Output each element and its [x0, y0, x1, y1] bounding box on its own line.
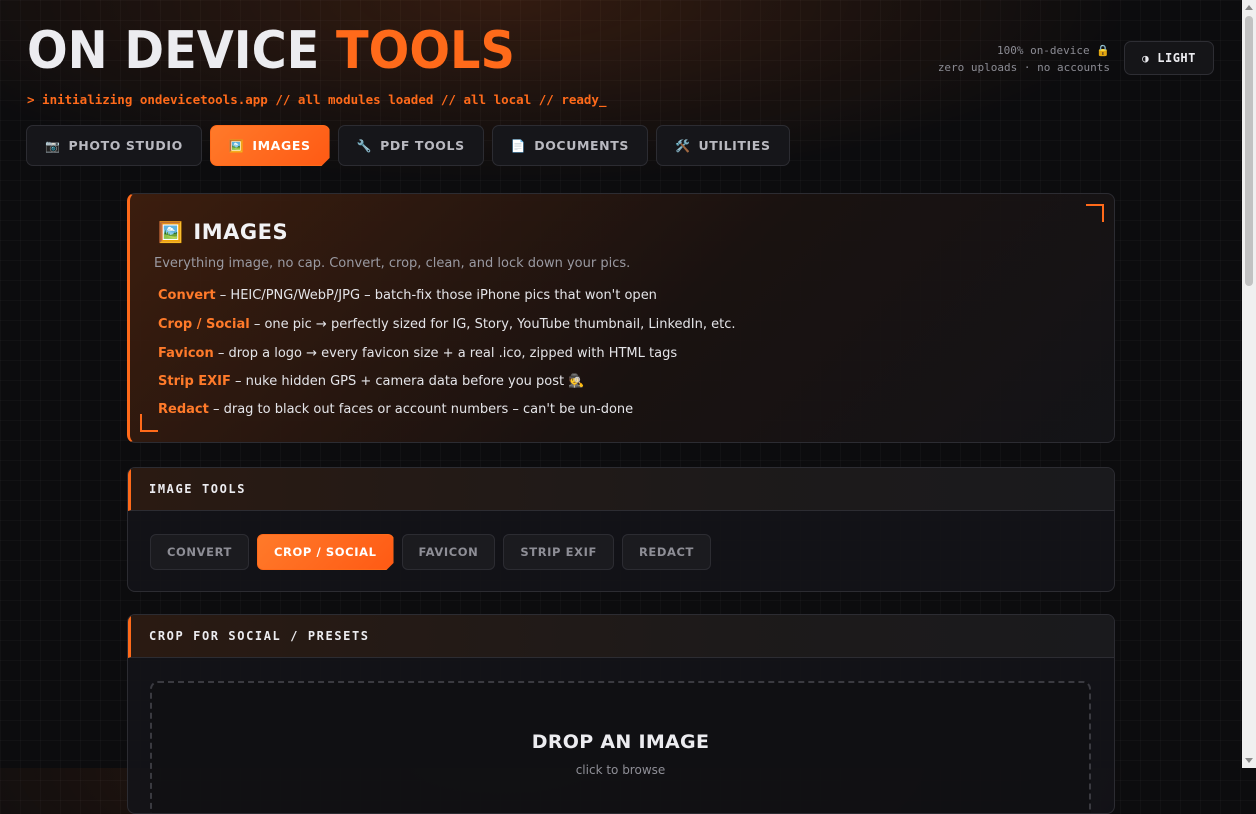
feature-desc: – HEIC/PNG/WebP/JPG – batch-fix those iP… — [215, 288, 657, 303]
privacy-line-no-uploads: zero uploads · no accounts — [937, 61, 1110, 74]
feature-convert: Convert – HEIC/PNG/WebP/JPG – batch-fix … — [158, 288, 657, 303]
feature-desc: – drag to black out faces or account num… — [208, 402, 634, 417]
app-title-part1: ON DEVICE — [27, 21, 337, 81]
subtab-favicon[interactable]: FAVICON — [401, 534, 496, 570]
corner-accent — [1086, 204, 1104, 222]
feature-desc: – nuke hidden GPS + camera data before y… — [230, 374, 585, 389]
tab-images[interactable]: 🖼️ IMAGES — [210, 125, 330, 166]
crop-presets-card: CROP FOR SOCIAL / PRESETS DROP AN IMAGE … — [127, 614, 1115, 814]
contrast-icon: ◑ — [1142, 51, 1150, 65]
feature-crop-social: Crop / Social – one pic → perfectly size… — [158, 317, 735, 332]
feature-name: Strip EXIF — [158, 374, 231, 389]
section-title: 🖼️ IMAGES — [158, 220, 288, 244]
document-icon: 📄 — [510, 138, 527, 153]
feature-strip-exif: Strip EXIF – nuke hidden GPS + camera da… — [158, 374, 584, 389]
subtab-convert[interactable]: CONVERT — [150, 534, 249, 570]
scrollbar-thumb[interactable] — [1245, 16, 1253, 286]
images-intro-card: 🖼️ IMAGES Everything image, no cap. Conv… — [127, 193, 1115, 443]
app-title-part2: TOOLS — [336, 21, 515, 81]
tab-label: DOCUMENTS — [534, 138, 629, 153]
feature-name: Favicon — [158, 346, 214, 361]
picture-icon: 🖼️ — [158, 220, 184, 244]
feature-desc: – drop a logo → every favicon size + a r… — [213, 346, 678, 361]
tab-label: UTILITIES — [698, 138, 771, 153]
dropzone-title: DROP AN IMAGE — [531, 731, 710, 753]
image-tools-card: IMAGE TOOLS CONVERT CROP / SOCIAL FAVICO… — [127, 467, 1115, 592]
feature-favicon: Favicon – drop a logo → every favicon si… — [158, 346, 677, 361]
feature-name: Redact — [158, 402, 209, 417]
section-subtitle: Everything image, no cap. Convert, crop,… — [154, 256, 631, 271]
crop-presets-heading: CROP FOR SOCIAL / PRESETS — [128, 615, 1114, 658]
privacy-badge: 100% on-device 🔒 zero uploads · no accou… — [938, 42, 1110, 76]
camera-icon: 📷 — [45, 138, 61, 153]
feature-desc: – one pic → perfectly sized for IG, Stor… — [249, 317, 736, 332]
app-title: ON DEVICE TOOLS — [27, 24, 515, 78]
picture-icon: 🖼️ — [228, 138, 245, 153]
subtab-redact[interactable]: REDACT — [621, 534, 711, 570]
scroll-up-arrow-icon[interactable] — [1245, 5, 1253, 10]
feature-name: Convert — [158, 288, 216, 303]
tab-label: PDF TOOLS — [380, 138, 465, 153]
scroll-down-arrow-icon[interactable] — [1245, 758, 1253, 763]
wrench-icon: 🔧 — [356, 138, 373, 153]
tab-label: PHOTO STUDIO — [68, 138, 183, 153]
image-tools-tabs: CONVERT CROP / SOCIAL FAVICON STRIP EXIF… — [150, 534, 711, 570]
subtab-strip-exif[interactable]: STRIP EXIF — [503, 534, 614, 570]
tab-pdf-tools[interactable]: 🔧 PDF TOOLS — [337, 125, 484, 166]
tab-utilities[interactable]: 🛠️ UTILITIES — [655, 125, 790, 166]
image-dropzone[interactable]: DROP AN IMAGE click to browse — [150, 681, 1091, 813]
tab-documents[interactable]: 📄 DOCUMENTS — [491, 125, 648, 166]
privacy-line-on-device: 100% on-device 🔒 — [996, 44, 1110, 57]
feature-redact: Redact – drag to black out faces or acco… — [158, 402, 633, 417]
corner-accent — [140, 414, 158, 432]
tools-icon: 🛠️ — [674, 138, 691, 153]
feature-name: Crop / Social — [158, 317, 250, 332]
terminal-status-line: > initializing ondevicetools.app // all … — [27, 92, 607, 107]
section-title-text: IMAGES — [193, 220, 289, 244]
page-scrollbar[interactable] — [1242, 0, 1256, 768]
tab-photo-studio[interactable]: 📷 PHOTO STUDIO — [26, 125, 202, 166]
tab-label: IMAGES — [252, 138, 311, 153]
theme-toggle-button[interactable]: ◑ LIGHT — [1124, 41, 1214, 75]
theme-toggle-label: LIGHT — [1157, 51, 1196, 65]
main-nav: 📷 PHOTO STUDIO 🖼️ IMAGES 🔧 PDF TOOLS 📄 D… — [26, 125, 790, 166]
dropzone-hint: click to browse — [575, 763, 666, 777]
image-tools-heading: IMAGE TOOLS — [128, 468, 1114, 511]
subtab-crop-social[interactable]: CROP / SOCIAL — [257, 534, 394, 570]
